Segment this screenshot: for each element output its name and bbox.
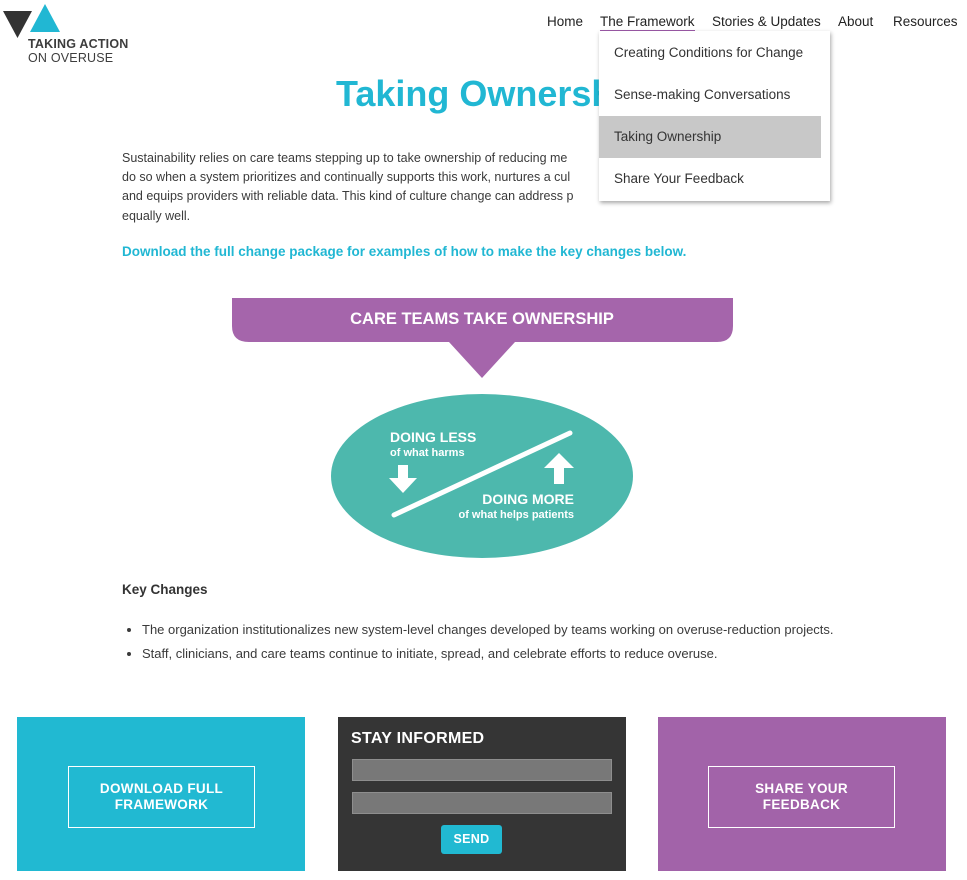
care-teams-ownership-graphic: CARE TEAMS TAKE OWNERSHIP DOING LESS of … xyxy=(230,296,736,562)
dropdown-item-taking-ownership[interactable]: Taking Ownership xyxy=(599,116,821,158)
list-item: The organization institutionalizes new s… xyxy=(142,620,902,644)
logo-text-line1: TAKING ACTION xyxy=(28,37,129,51)
signup-name-field[interactable] xyxy=(352,759,612,781)
signup-email-field[interactable] xyxy=(352,792,612,814)
download-framework-button[interactable]: DOWNLOAD FULL FRAMEWORK xyxy=(68,766,255,828)
nav-home[interactable]: Home xyxy=(547,14,583,29)
stay-informed-heading: STAY INFORMED xyxy=(351,730,485,747)
doing-less-subtext: of what harms xyxy=(390,447,465,459)
dropdown-item-creating-conditions[interactable]: Creating Conditions for Change xyxy=(599,32,821,74)
doing-more-text: DOING MORE xyxy=(482,491,574,507)
logo-text-line2: ON OVERUSE xyxy=(28,51,114,65)
feedback-button-line2: FEEDBACK xyxy=(762,797,841,812)
dropdown-item-share-feedback[interactable]: Share Your Feedback xyxy=(599,158,821,200)
framework-dropdown-menu: Creating Conditions for Change Sense-mak… xyxy=(599,31,830,201)
download-button-line1: DOWNLOAD FULL xyxy=(99,781,224,796)
key-changes-heading: Key Changes xyxy=(122,582,208,597)
doing-more-subtext: of what helps patients xyxy=(458,509,574,521)
nav-resources[interactable]: Resources xyxy=(893,14,958,29)
download-button-line2: FRAMEWORK xyxy=(114,797,209,812)
nav-stories-updates[interactable]: Stories & Updates xyxy=(712,14,821,29)
send-button[interactable]: SEND xyxy=(441,825,502,854)
nav-about[interactable]: About xyxy=(838,14,873,29)
banner-text: CARE TEAMS TAKE OWNERSHIP xyxy=(350,310,614,328)
doing-less-text: DOING LESS xyxy=(390,429,476,445)
stay-informed-box: STAY INFORMED SEND xyxy=(338,717,626,871)
intro-line: equally well. xyxy=(122,208,191,223)
feedback-button-line1: SHARE YOUR xyxy=(755,781,848,796)
download-change-package-link[interactable]: Download the full change package for exa… xyxy=(122,244,686,259)
share-feedback-button[interactable]: SHARE YOUR FEEDBACK xyxy=(708,766,895,828)
key-changes-list: The organization institutionalizes new s… xyxy=(142,620,902,668)
page-title: Taking Ownersh xyxy=(336,73,614,114)
dropdown-item-sense-making[interactable]: Sense-making Conversations xyxy=(599,74,821,116)
nav-the-framework[interactable]: The Framework xyxy=(600,14,695,32)
download-framework-box: DOWNLOAD FULL FRAMEWORK xyxy=(17,717,305,871)
site-logo[interactable]: TAKING ACTION ON OVERUSE xyxy=(2,2,142,66)
list-item: Staff, clinicians, and care teams contin… xyxy=(142,644,902,668)
share-feedback-box: SHARE YOUR FEEDBACK xyxy=(658,717,946,871)
